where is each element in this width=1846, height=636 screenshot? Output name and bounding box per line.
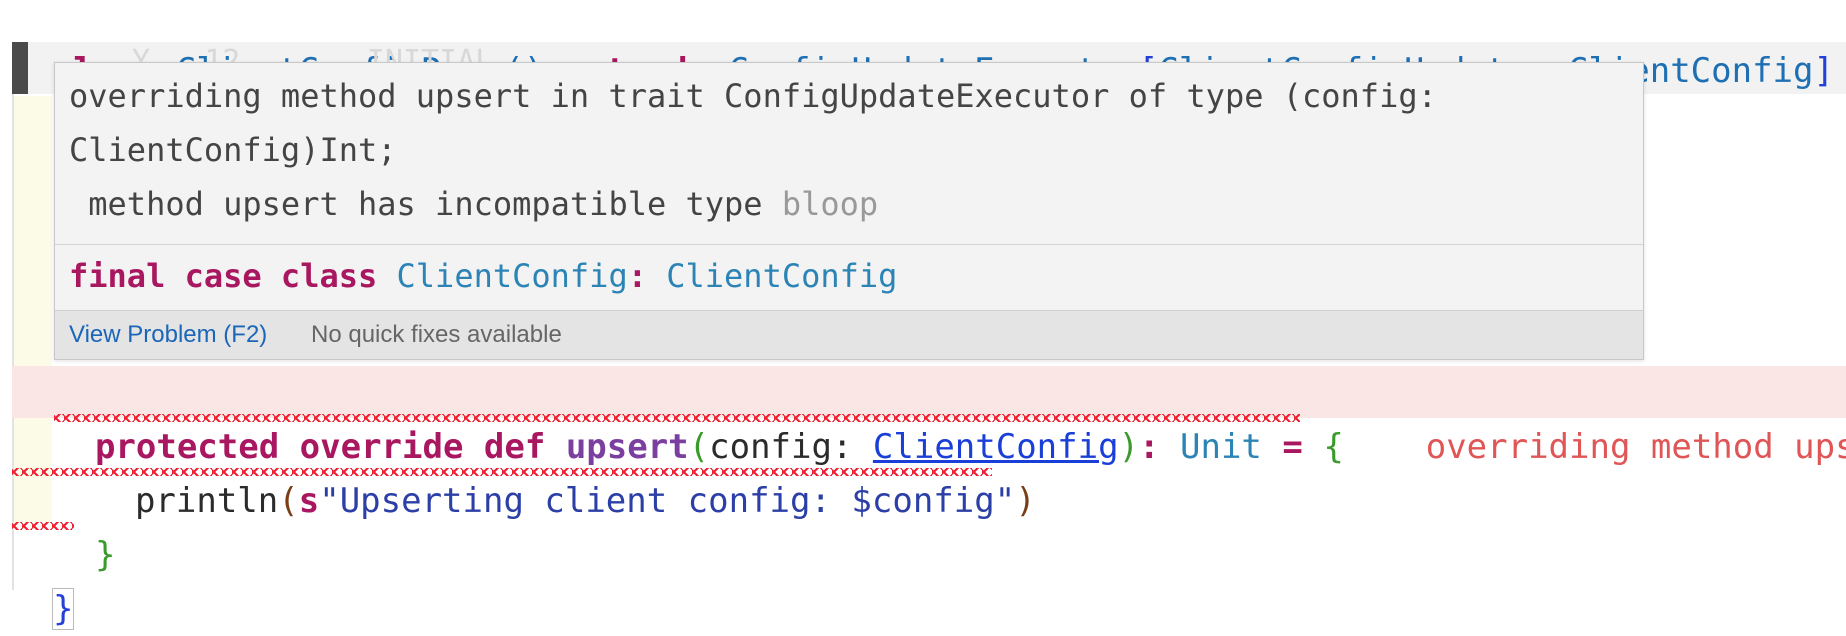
class-close-brace: } (51, 588, 75, 630)
hover-signature: final case class ClientConfig: ClientCon… (69, 257, 897, 295)
return-colon: : (1139, 427, 1160, 467)
error-squiggle-println (12, 468, 992, 476)
code-line-override[interactable]: protected override def upsert(config: Cl… (0, 366, 1846, 467)
close-paren: ) (1118, 427, 1140, 467)
view-problem-link[interactable]: View Problem (F2) (69, 321, 267, 349)
hover-divider (55, 244, 1643, 245)
code-line-close-class[interactable]: } (0, 528, 75, 630)
sig-type: ClientConfig (666, 257, 898, 295)
println-close-paren: ) (1015, 481, 1036, 521)
string-interpolator: s (298, 481, 320, 521)
hover-message-line-2: ClientConfig)Int; (69, 131, 397, 169)
code-line-println[interactable]: println(s"Upserting client config: $conf… (0, 420, 1036, 521)
println-call[interactable]: println (135, 481, 278, 521)
hover-message-text: method upsert has incompatible type (69, 185, 763, 223)
hover-status-bar: View Problem (F2) No quick fixes availab… (55, 310, 1643, 359)
sig-colon: : (627, 257, 647, 295)
sig-keyword-case: case (184, 257, 262, 295)
hover-message-line-3: method upsert has incompatible type bloo… (69, 185, 878, 223)
hover-source: bloop (781, 185, 879, 223)
equals-sign: = (1282, 427, 1303, 467)
hover-tooltip[interactable]: overriding method upsert in trait Config… (54, 62, 1644, 360)
inline-error-message[interactable]: overriding method upsert (1426, 427, 1846, 467)
code-line-class-decl[interactable]: class ClientConfigRepo() extends ConfigU… (0, 0, 1846, 91)
sig-keyword-class: class (280, 257, 378, 295)
println-open-paren: ( (278, 481, 299, 521)
bracket-scope-highlight (14, 96, 52, 368)
method-close-brace: } (94, 535, 116, 575)
sig-name: ClientConfig (396, 257, 628, 295)
return-type[interactable]: Unit (1180, 427, 1262, 467)
close-bracket: ] (1813, 51, 1834, 91)
sig-keyword-final: final (69, 257, 166, 295)
hover-message-line-1: overriding method upsert in trait Config… (69, 77, 1437, 115)
code-line-close-method[interactable]: } (0, 474, 115, 575)
string-literal: "Upserting client config: $config" (319, 481, 1016, 521)
method-open-brace: { (1323, 427, 1344, 467)
no-quick-fixes-label: No quick fixes available (311, 321, 562, 348)
